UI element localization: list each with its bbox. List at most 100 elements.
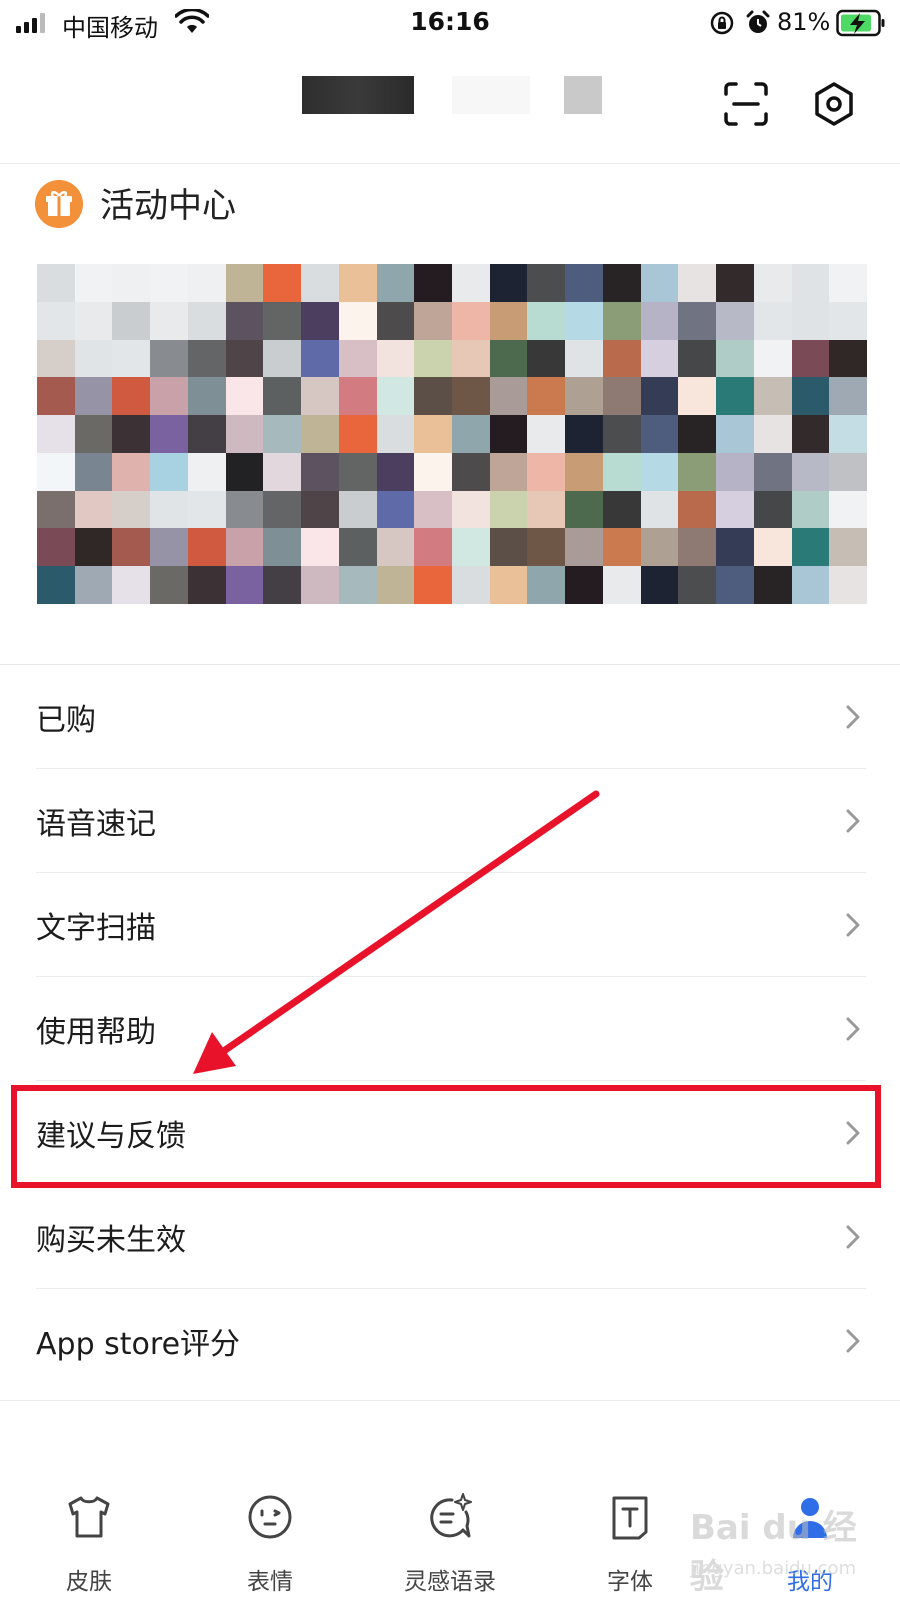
banner-mosaic-tile (225, 301, 264, 340)
banner-mosaic-tile (376, 452, 415, 491)
banner-mosaic-tile (74, 490, 113, 529)
banner-mosaic-tile (112, 339, 151, 378)
banner-mosaic-tile (489, 415, 528, 453)
banner-mosaic-tile (301, 339, 339, 378)
menu-item-app-store-rating[interactable]: App store评分 (0, 1289, 900, 1393)
menu-item-purchased[interactable]: 已购 (0, 665, 900, 769)
banner-mosaic-tile (112, 528, 151, 567)
banner-mosaic-tile (150, 339, 188, 378)
scan-icon[interactable] (722, 80, 770, 128)
activity-center-section: 活动中心 (0, 164, 900, 665)
divider (0, 1400, 900, 1401)
banner-mosaic-tile (187, 377, 226, 416)
menu-item-purchase-not-effective[interactable]: 购买未生效 (0, 1185, 900, 1289)
banner-mosaic-tile (829, 528, 867, 567)
banner-mosaic-tile (150, 566, 188, 604)
tab-font[interactable]: 字体 (565, 1480, 695, 1600)
banner-mosaic-tile (301, 452, 339, 491)
menu-item-feedback[interactable]: 建议与反馈 (0, 1081, 900, 1185)
banner-mosaic-tile (640, 377, 679, 416)
banner-mosaic-tile (74, 452, 113, 491)
banner-mosaic-tile (716, 264, 754, 302)
banner-mosaic-tile (414, 264, 452, 302)
banner-mosaic-tile (678, 490, 717, 529)
banner-mosaic-tile (414, 377, 452, 416)
banner-mosaic-tile (791, 301, 830, 340)
tab-label: 表情 (247, 1569, 293, 1595)
banner-mosaic-tile (791, 490, 830, 529)
banner-mosaic-tile (74, 377, 113, 416)
settings-hexagon-icon[interactable] (810, 80, 858, 128)
banner-mosaic-tile (565, 452, 603, 491)
banner-mosaic-tile (527, 264, 566, 302)
menu-item-voice-notes[interactable]: 语音速记 (0, 769, 900, 873)
banner-mosaic-tile (338, 264, 377, 302)
banner-mosaic-tile (187, 452, 226, 491)
chevron-right-icon (846, 705, 860, 729)
banner-mosaic-tile (602, 566, 641, 604)
bottom-tab-bar: 皮肤 表情 灵感语录 字体 我的 (0, 1480, 900, 1600)
banner-mosaic-tile (263, 301, 302, 340)
banner-mosaic-tile (150, 528, 188, 567)
banner-mosaic-tile (338, 339, 377, 378)
banner-mosaic-tile (74, 264, 113, 302)
banner-mosaic-tile (263, 264, 302, 302)
banner-mosaic-tile (37, 377, 75, 416)
banner-mosaic-tile (829, 264, 867, 302)
banner-mosaic-tile (527, 566, 566, 604)
tab-inspiration-quotes[interactable]: 灵感语录 (385, 1480, 515, 1600)
banner-mosaic-tile (338, 377, 377, 416)
profile-header (0, 46, 900, 164)
banner-mosaic-tile (37, 452, 75, 491)
banner-mosaic-tile (565, 415, 603, 453)
banner-mosaic-tile (489, 490, 528, 529)
banner-mosaic-tile (187, 264, 226, 302)
status-bar: 中国移动 16:16 81% (0, 0, 900, 46)
banner-mosaic-tile (829, 301, 867, 340)
banner-mosaic-tile (791, 452, 830, 491)
menu-item-label: 已购 (36, 703, 96, 738)
banner-mosaic-tile (225, 566, 264, 604)
banner-mosaic-tile (753, 415, 792, 453)
banner-mosaic-tile (451, 301, 490, 340)
menu-item-help[interactable]: 使用帮助 (0, 977, 900, 1081)
banner-mosaic-tile (37, 301, 75, 340)
banner-mosaic-tile (489, 528, 528, 567)
banner-mosaic-tile (263, 377, 302, 416)
banner-mosaic-tile (489, 339, 528, 378)
banner-mosaic-tile (187, 301, 226, 340)
banner-mosaic-tile (187, 339, 226, 378)
banner-mosaic-tile (150, 490, 188, 529)
menu-item-label: App store评分 (36, 1327, 241, 1362)
banner-mosaic-tile (263, 528, 302, 567)
banner-mosaic-tile (829, 490, 867, 529)
tab-mine[interactable]: 我的 (745, 1480, 875, 1600)
banner-mosaic-tile (414, 301, 452, 340)
banner-mosaic-tile (527, 490, 566, 529)
banner-mosaic-tile (791, 566, 830, 604)
tshirt-icon (68, 1496, 110, 1538)
banner-mosaic-tile (678, 339, 717, 378)
banner-mosaic-tile (640, 566, 679, 604)
menu-item-label: 语音速记 (36, 807, 156, 842)
banner-mosaic-tile (678, 377, 717, 416)
banner-mosaic-tile (451, 528, 490, 567)
activity-banner-image[interactable] (37, 264, 867, 604)
tab-skin[interactable]: 皮肤 (24, 1480, 154, 1600)
menu-item-text-scan[interactable]: 文字扫描 (0, 873, 900, 977)
banner-mosaic-tile (301, 377, 339, 416)
tab-emoji[interactable]: 表情 (205, 1480, 335, 1600)
emoji-face-icon (248, 1495, 292, 1539)
banner-mosaic-tile (74, 339, 113, 378)
banner-mosaic-tile (791, 415, 830, 453)
tab-label: 皮肤 (66, 1569, 112, 1595)
banner-mosaic-tile (451, 377, 490, 416)
banner-mosaic-tile (37, 490, 75, 529)
blurred-user-info (302, 76, 602, 114)
banner-mosaic-tile (565, 301, 603, 340)
banner-mosaic-tile (565, 490, 603, 529)
banner-mosaic-tile (301, 528, 339, 567)
banner-mosaic-tile (640, 490, 679, 529)
banner-mosaic-tile (225, 415, 264, 453)
banner-mosaic-tile (489, 452, 528, 491)
